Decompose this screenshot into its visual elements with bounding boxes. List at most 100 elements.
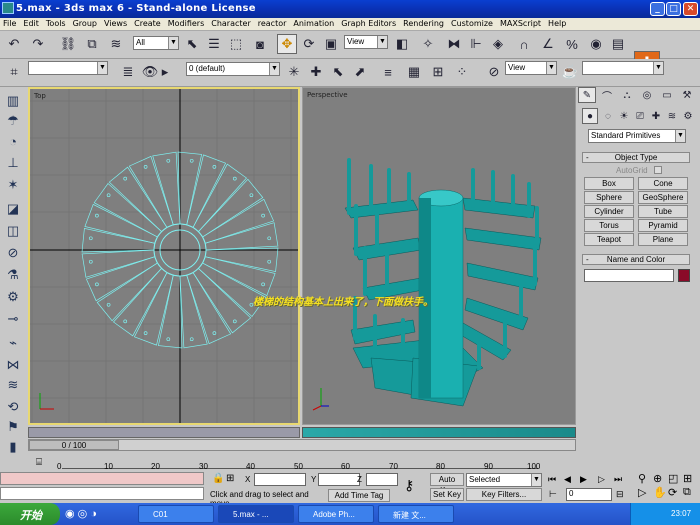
angle-snap-icon[interactable]: ∠ (538, 34, 558, 54)
menu-animation[interactable]: Animation (290, 18, 338, 28)
menu-modifiers[interactable]: Modifiers (165, 18, 209, 28)
unlink-icon[interactable]: ⧉ (82, 34, 102, 54)
zoom-extents-icon[interactable]: ◰ (668, 472, 678, 485)
add-to-layer-icon[interactable]: ✚ (306, 62, 326, 82)
arc-rotate-icon[interactable]: ⟳ (668, 486, 677, 499)
next-frame-icon[interactable]: ▷ (598, 474, 605, 485)
named-selection-field[interactable]: ▼ (28, 61, 108, 75)
fracture-icon[interactable]: ⌁ (3, 333, 23, 353)
redo-icon[interactable]: ↷ (28, 34, 48, 54)
render-view-dropdown[interactable]: View ▼ (505, 61, 557, 75)
analyze-icon[interactable]: ▮ (3, 437, 23, 457)
z-coordinate-input[interactable] (366, 473, 398, 486)
teapot-button[interactable]: Teapot (584, 233, 634, 246)
maxscript-listener-field[interactable] (0, 472, 204, 485)
time-config-icon[interactable]: ⊟ (616, 489, 624, 500)
quick-launch-icons[interactable]: ◉ ◎ ◑ (65, 507, 97, 520)
zoom-icon[interactable]: ⚲ (638, 472, 646, 485)
named-selection-icon[interactable]: ◈ (488, 34, 508, 54)
sphere-button[interactable]: Sphere (584, 191, 634, 204)
menu-character[interactable]: Character (208, 18, 255, 28)
rope-icon[interactable]: ☂ (3, 111, 23, 131)
key-mode-toggle-icon[interactable]: ⊢ (549, 489, 557, 500)
preview-icon[interactable]: ⟲ (3, 397, 23, 417)
select-in-layer-icon[interactable]: ⬉ (328, 62, 348, 82)
menu-group[interactable]: Group (70, 18, 101, 28)
lock-icon[interactable]: 🔒 (212, 473, 224, 484)
maximize-viewport-icon[interactable]: ⧉ (683, 486, 691, 499)
menu-tools[interactable]: Tools (43, 18, 70, 28)
display-tab-icon[interactable]: ▭ (658, 87, 676, 103)
menu-graph-editors[interactable]: Graph Editors (338, 18, 400, 28)
curve-editor-icon[interactable]: ≡ (378, 62, 398, 82)
select-object-icon[interactable]: ⬉ (182, 34, 202, 54)
frame-ruler[interactable]: 0 10 20 30 40 50 60 70 80 90 100 (57, 457, 540, 471)
lights-icon[interactable]: ☀ (616, 108, 632, 124)
close-button[interactable]: ✕ (683, 2, 698, 16)
systems-icon[interactable]: ⚙ (680, 108, 696, 124)
pyramid-button[interactable]: Pyramid (638, 219, 688, 232)
key-filters-button[interactable]: Key Filters... (466, 488, 542, 501)
material-spheres-icon[interactable]: ⁘ (452, 62, 472, 82)
teapot-render-icon[interactable]: ☕ (560, 62, 580, 82)
create-layer-icon[interactable]: ✳ (284, 62, 304, 82)
mirror-icon[interactable]: ⧓ (444, 34, 464, 54)
select-and-rotate-icon[interactable]: ⟳ (299, 34, 319, 54)
menu-views[interactable]: Views (101, 18, 131, 28)
menu-rendering[interactable]: Rendering (400, 18, 448, 28)
cloth-icon[interactable]: ◫ (3, 221, 23, 241)
render-preset-dropdown[interactable]: ▼ (582, 61, 664, 75)
geosphere-button[interactable]: GeoSphere (638, 191, 688, 204)
maxscript-output-field[interactable] (0, 487, 204, 500)
absolute-mode-icon[interactable]: ⊞ (226, 473, 234, 484)
autogrid-checkbox[interactable] (654, 166, 662, 174)
water-icon[interactable]: ⋈ (3, 355, 23, 375)
y-coordinate-input[interactable] (318, 473, 360, 486)
taskbar-item-3dsmax[interactable]: 5.max - ... (218, 505, 294, 523)
set-current-layer-icon[interactable]: ⬈ (350, 62, 370, 82)
spring-icon[interactable]: ◔ (3, 131, 23, 151)
previous-frame-icon[interactable]: ◀ (564, 474, 571, 485)
hierarchy-tab-icon[interactable]: ⛬ (618, 87, 636, 103)
bind-space-warp-icon[interactable]: ≋ (106, 34, 126, 54)
reactor-icon[interactable]: ▥ (3, 91, 23, 111)
go-to-start-icon[interactable]: ⏮ (548, 474, 556, 485)
rollout-name-and-color[interactable]: - Name and Color (582, 254, 690, 265)
spacewarps-icon[interactable]: ≋ (664, 108, 680, 124)
select-by-name-icon[interactable]: ☰ (204, 34, 224, 54)
menu-edit[interactable]: Edit (20, 18, 43, 28)
select-and-scale-icon[interactable]: ▣ (321, 34, 341, 54)
motor-icon[interactable]: ⚗ (3, 265, 23, 285)
named-selection-sets-icon[interactable]: ⌗ (4, 62, 24, 82)
pan-icon[interactable]: ✋ (653, 486, 667, 499)
wind-icon[interactable]: ⚙ (3, 287, 23, 307)
menu-create[interactable]: Create (131, 18, 165, 28)
menu-reactor[interactable]: reactor (255, 18, 291, 28)
menu-file[interactable]: File (0, 18, 20, 28)
modify-tab-icon[interactable]: ⌒ (598, 87, 616, 103)
x-coordinate-input[interactable] (254, 473, 306, 486)
hinge-icon[interactable]: ⊘ (3, 243, 23, 263)
zoom-extents-all-icon[interactable]: ⊞ (683, 472, 692, 485)
selection-filter-dropdown[interactable]: All ▼ (133, 36, 179, 50)
top-viewport[interactable]: Top (28, 87, 300, 425)
play-icon[interactable]: ▶ (580, 474, 587, 485)
window-crossing-icon[interactable]: ◙ (250, 34, 270, 54)
time-slider-thumb[interactable]: 0 / 100 (29, 440, 119, 450)
menu-customize[interactable]: Customize (448, 18, 497, 28)
cylinder-button[interactable]: Cylinder (584, 205, 634, 218)
create-tab-icon[interactable]: ✎ (578, 87, 596, 103)
plane-button[interactable]: Plane (638, 233, 688, 246)
layer-manager-icon[interactable]: ≣ (118, 62, 138, 82)
geometry-icon[interactable]: ● (582, 108, 598, 124)
material-editor-icon[interactable]: ◉ (586, 34, 606, 54)
minimize-button[interactable]: _ (650, 2, 665, 16)
undo-icon[interactable]: ↶ (4, 34, 24, 54)
utilities-tab-icon[interactable]: ⚒ (678, 87, 696, 103)
schematic-view-icon[interactable]: ▦ (404, 62, 424, 82)
menu-maxscript[interactable]: MAXScript (497, 18, 545, 28)
toy-car-icon[interactable]: ⊸ (3, 309, 23, 329)
snap-toggle-icon[interactable]: ∩ (514, 34, 534, 54)
rollout-object-type[interactable]: - Object Type (582, 152, 690, 163)
render-scene-icon[interactable]: ▤ (608, 34, 628, 54)
